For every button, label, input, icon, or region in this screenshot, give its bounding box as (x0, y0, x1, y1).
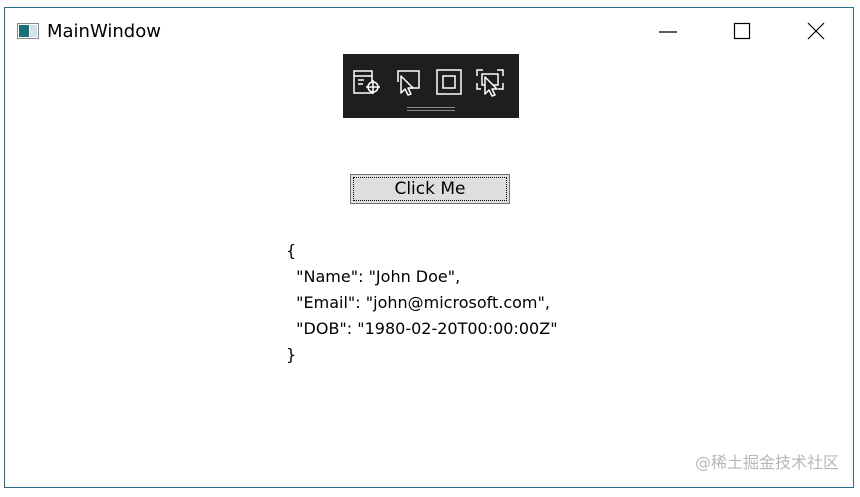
main-window: MainWindow Click Me {"Name": "John Doe"… (4, 7, 854, 488)
window-title: MainWindow (47, 21, 161, 42)
json-output: { "Name": "John Doe", "Email": "john@mic… (286, 238, 558, 368)
maximize-icon (733, 22, 751, 40)
click-me-button[interactable]: Click Me (350, 174, 510, 204)
select-element-icon (353, 70, 380, 94)
display-layout-adorners-button[interactable] (392, 66, 424, 98)
track-focused-element-icon (436, 69, 462, 95)
click-me-label: Click Me (394, 179, 466, 199)
json-line: "DOB": "1980-02-20T00:00:00Z" (286, 319, 558, 338)
close-icon (807, 22, 825, 40)
title-bar[interactable]: MainWindow (5, 8, 853, 56)
json-line: { (286, 241, 297, 260)
json-line: "Name": "John Doe", (286, 267, 461, 286)
display-layout-adorners-icon (397, 70, 420, 96)
maximize-button[interactable] (705, 8, 779, 56)
minimize-icon (659, 31, 677, 33)
json-line: } (286, 345, 297, 364)
hot-reload-selection-icon (476, 69, 504, 97)
toolbar-collapse-grip[interactable] (407, 107, 455, 113)
minimize-button[interactable] (631, 8, 705, 56)
hot-reload-selection-button[interactable] (474, 66, 506, 98)
watermark: @稀土掘金技术社区 (694, 453, 839, 472)
close-button[interactable] (779, 8, 853, 56)
json-line: "Email": "john@microsoft.com", (286, 293, 550, 312)
track-focused-element-button[interactable] (433, 66, 465, 98)
select-element-button[interactable] (351, 66, 383, 98)
runtime-debug-toolbar (343, 54, 519, 118)
app-icon (17, 23, 39, 39)
